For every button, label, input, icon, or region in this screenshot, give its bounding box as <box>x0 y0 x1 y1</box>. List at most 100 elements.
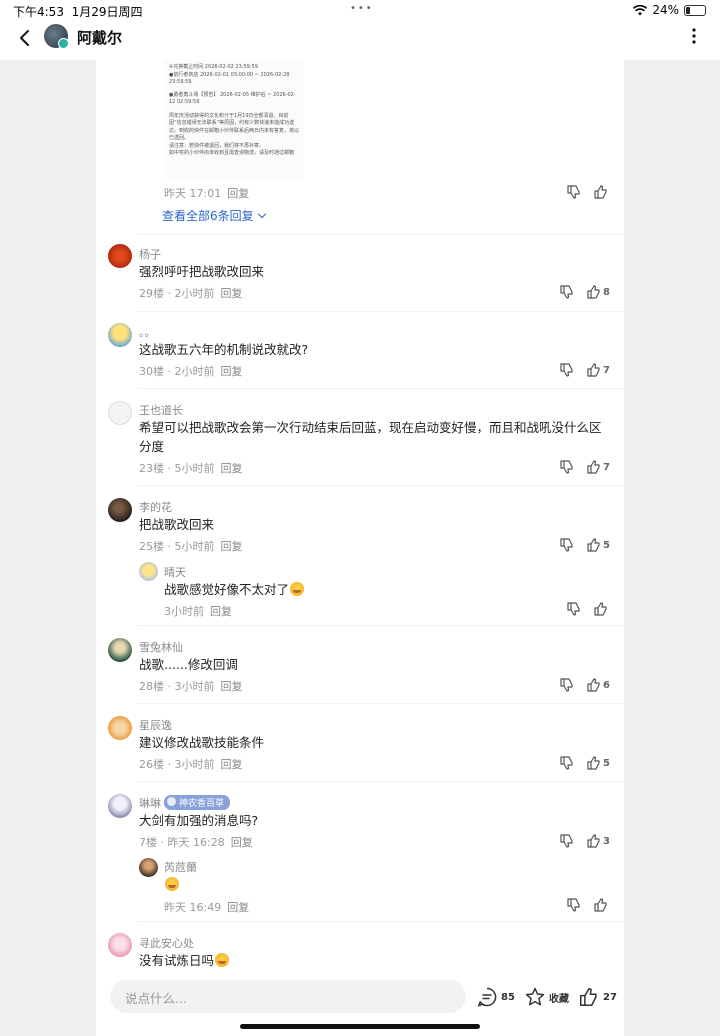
dislike-button[interactable] <box>559 677 575 693</box>
comment-text: 希望可以把战歌改会第一次行动结束后回蓝，现在启动变好慢，而且和战吼没什么区 分度 <box>139 420 602 454</box>
avatar[interactable] <box>139 562 158 581</box>
avatar[interactable] <box>108 933 132 957</box>
emoji-icon <box>215 953 230 967</box>
comments-button[interactable]: 85 <box>476 986 515 1008</box>
dislike-button[interactable] <box>559 755 575 771</box>
comment-text: 战歌......修改回调 <box>139 657 238 672</box>
reply-meta: 昨天 16:49 回复 <box>164 901 250 914</box>
home-indicator[interactable] <box>240 1024 480 1029</box>
like-button[interactable] <box>593 601 609 617</box>
dislike-icon <box>560 756 573 770</box>
like-count: 5 <box>603 757 610 769</box>
avatar[interactable] <box>139 858 158 877</box>
avatar[interactable] <box>108 716 132 740</box>
comment-username[interactable]: 王也道长 <box>139 402 183 418</box>
emoji-icon <box>165 877 179 891</box>
comment-text: 这战歌五六年的机制说改就改? <box>139 342 309 357</box>
reply-button[interactable]: 回复 <box>221 287 243 300</box>
controller-icon <box>167 797 176 806</box>
like-button[interactable]: 5 <box>586 755 610 771</box>
like-count: 8 <box>603 286 610 298</box>
comment-username[interactable]: 寻此安心处 <box>139 935 194 951</box>
avatar[interactable] <box>108 794 132 818</box>
reply-button[interactable]: 回复 <box>221 540 243 553</box>
like-button[interactable] <box>593 184 609 200</box>
divider <box>138 781 624 782</box>
reply-button[interactable]: 回复 <box>221 680 243 693</box>
comment-text: 把战歌改回来 <box>139 517 215 532</box>
like-button[interactable]: 6 <box>586 677 610 693</box>
like-button[interactable]: 5 <box>586 537 610 553</box>
user-badge: 神农香百草 <box>164 795 231 810</box>
dislike-icon <box>560 678 573 692</box>
like-button[interactable] <box>593 897 609 913</box>
back-arrow-icon[interactable] <box>16 26 36 50</box>
reply-username[interactable]: 晴天 <box>164 564 186 580</box>
reply-username[interactable]: 芮苊薾 <box>164 859 197 875</box>
dislike-button[interactable] <box>566 184 582 200</box>
reply-button[interactable]: 回复 <box>221 758 243 771</box>
multitask-dots[interactable]: ••• <box>350 3 374 14</box>
avatar[interactable] <box>108 323 132 347</box>
dislike-button[interactable] <box>566 897 582 913</box>
reply-meta: 昨天 17:01 回复 <box>164 187 250 200</box>
avatar[interactable] <box>108 498 132 522</box>
comment-count: 85 <box>501 991 515 1003</box>
more-vertical-icon[interactable] <box>692 26 696 46</box>
like-button[interactable]: 8 <box>586 284 610 300</box>
dislike-button[interactable] <box>559 362 575 378</box>
comment-text: 没有试炼日吗 <box>139 951 230 970</box>
like-count: 6 <box>603 679 610 691</box>
comment-input[interactable]: 说点什么... <box>110 980 466 1013</box>
dislike-icon <box>567 898 580 912</box>
comment-username[interactable]: 。。 <box>139 324 156 340</box>
comment-meta: 29楼 · 2小时前 回复 <box>139 287 243 300</box>
reply-button[interactable]: 回复 <box>227 187 249 200</box>
status-time: 下午4:53 1月29日周四 <box>13 5 143 19</box>
like-button[interactable]: 7 <box>586 362 610 378</box>
comment-username[interactable]: 琳琳 <box>139 795 161 811</box>
like-icon <box>587 756 600 770</box>
comment-username[interactable]: 雪兔林仙 <box>139 639 183 655</box>
dislike-button[interactable] <box>559 459 575 475</box>
like-icon <box>594 898 607 912</box>
view-all-replies-link[interactable]: 查看全部6条回复 <box>162 207 266 224</box>
reply-button[interactable]: 回复 <box>231 836 253 849</box>
like-button[interactable]: 7 <box>586 459 610 475</box>
like-icon <box>587 363 600 377</box>
like-count: 7 <box>603 364 610 376</box>
like-count: 27 <box>603 991 617 1003</box>
comment-list[interactable]: ※兑换截止时间 2026-02-02 23:59:59 ●前行者商店 2026-… <box>96 60 624 974</box>
comment-meta: 28楼 · 3小时前 回复 <box>139 680 243 693</box>
comment-username[interactable]: 杨子 <box>139 246 161 262</box>
reply-image-preview[interactable]: ※兑换截止时间 2026-02-02 23:59:59 ●前行者商店 2026-… <box>164 60 304 178</box>
collect-button[interactable]: 收藏 <box>524 986 569 1008</box>
dislike-button[interactable] <box>559 284 575 300</box>
comment-username[interactable]: 李的花 <box>139 499 172 515</box>
comment-username[interactable]: 星辰逸 <box>139 717 172 733</box>
reply-text <box>164 875 179 894</box>
divider <box>138 921 624 922</box>
like-button[interactable]: 3 <box>586 833 610 849</box>
dislike-button[interactable] <box>559 537 575 553</box>
reply-meta: 3小时前 回复 <box>164 605 232 618</box>
dislike-icon <box>560 460 573 474</box>
dislike-button[interactable] <box>559 833 575 849</box>
dislike-button[interactable] <box>566 601 582 617</box>
avatar[interactable] <box>108 401 132 425</box>
reply-button[interactable]: 回复 <box>221 462 243 475</box>
reply-button[interactable]: 回复 <box>210 605 232 618</box>
dislike-icon <box>567 185 580 199</box>
like-icon <box>594 602 607 616</box>
comment-meta: 26楼 · 3小时前 回复 <box>139 758 243 771</box>
reply-button[interactable]: 回复 <box>227 901 249 914</box>
comment-text: 大剑有加强的消息吗? <box>139 813 259 828</box>
avatar[interactable] <box>108 638 132 662</box>
star-icon <box>525 987 545 1006</box>
avatar[interactable] <box>108 244 132 268</box>
like-icon <box>587 678 600 692</box>
reply-button[interactable]: 回复 <box>221 365 243 378</box>
preview-text: ※兑换截止时间 2026-02-02 23:59:59 ●前行者商店 2026-… <box>169 64 300 156</box>
like-icon <box>579 987 597 1007</box>
like-post-button[interactable]: 27 <box>578 986 617 1008</box>
